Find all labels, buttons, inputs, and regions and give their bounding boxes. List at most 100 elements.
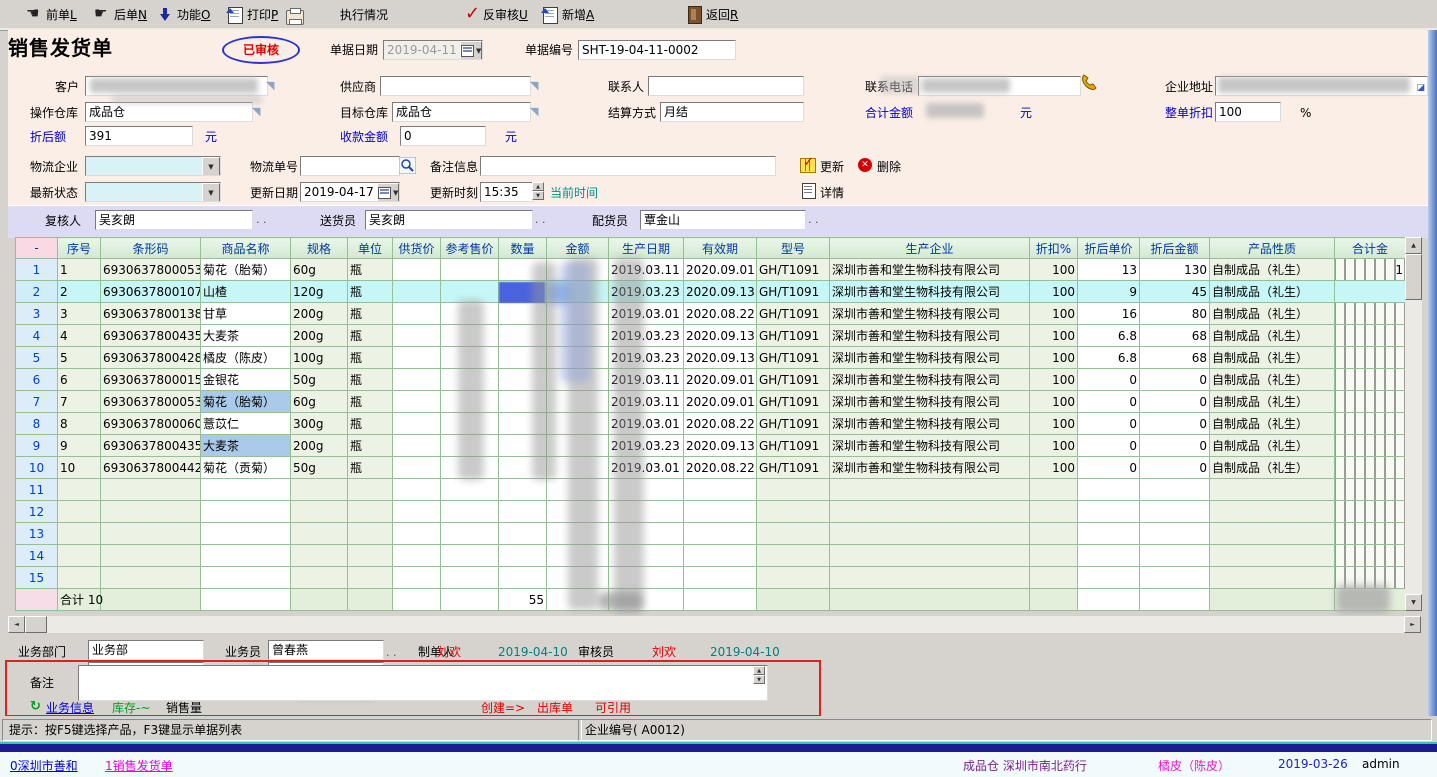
grid-cell-dprice[interactable] <box>1078 523 1140 545</box>
grid-cell-supply[interactable] <box>393 325 441 347</box>
grid-cell-seq[interactable] <box>58 545 101 567</box>
grid-cell-dprice[interactable] <box>1078 479 1140 501</box>
grid-cell-dprice[interactable] <box>1078 567 1140 589</box>
grid-cell-spec[interactable]: 50g <box>291 457 348 479</box>
grid-cell-valid[interactable]: 2020.09.01 <box>684 391 757 413</box>
grid-cell-seq[interactable]: 2 <box>58 281 101 303</box>
grid-cell-mfr[interactable] <box>830 479 1030 501</box>
grid-cell-seq[interactable]: 3 <box>58 303 101 325</box>
grid-cell-spec[interactable] <box>291 589 348 611</box>
grid-cell-spec[interactable] <box>291 567 348 589</box>
grid-cell-model[interactable] <box>757 545 830 567</box>
grid-cell-nature[interactable]: 自制成品（礼生） <box>1210 281 1335 303</box>
grid-cell-qty[interactable] <box>499 391 547 413</box>
print-button[interactable]: 打印P <box>228 4 278 26</box>
grid-cell-seq[interactable] <box>58 523 101 545</box>
doc-no-field[interactable]: SHT-19-04-11-0002 <box>578 40 736 60</box>
grid-cell-mfr[interactable]: 深圳市善和堂生物科技有限公司 <box>830 347 1030 369</box>
grid-cell-supply[interactable] <box>393 457 441 479</box>
calendar-icon[interactable]: ▼ <box>377 183 399 202</box>
grid-cell-mark[interactable]: 3 <box>16 303 58 325</box>
grid-col-unit[interactable]: 单位 <box>348 238 393 259</box>
grid-cell-nature[interactable]: 自制成品（礼生） <box>1210 325 1335 347</box>
grid-col-barcode[interactable]: 条形码 <box>101 238 201 259</box>
grid-cell-model[interactable]: GH/T1091 <box>757 325 830 347</box>
grid-col-seq[interactable]: 序号 <box>58 238 101 259</box>
grid-cell-tail[interactable] <box>1335 391 1406 413</box>
grid-cell-unit[interactable]: 瓶 <box>348 259 393 281</box>
grid-cell-dprice[interactable]: 0 <box>1078 413 1140 435</box>
grid-cell-valid[interactable] <box>684 523 757 545</box>
grid-cell-damt[interactable]: 0 <box>1140 413 1210 435</box>
grid-cell-unit[interactable] <box>348 479 393 501</box>
deliverer-field[interactable]: 吴亥朗 <box>365 210 533 230</box>
grid-cell-spec[interactable]: 100g <box>291 347 348 369</box>
grid-cell-qty[interactable] <box>499 457 547 479</box>
grid-cell-supply[interactable] <box>393 259 441 281</box>
return-button[interactable]: 返回R <box>688 4 738 26</box>
grid-cell-model[interactable]: GH/T1091 <box>757 347 830 369</box>
grid-cell-ref[interactable] <box>441 369 499 391</box>
grid-cell-supply[interactable] <box>393 567 441 589</box>
order-discount-field[interactable]: 100 <box>1215 102 1281 122</box>
remark-textarea[interactable] <box>78 665 768 701</box>
grid-cell-dprice[interactable]: 0 <box>1078 369 1140 391</box>
grid-cell-amount[interactable] <box>547 369 609 391</box>
grid-cell-nature[interactable] <box>1210 523 1335 545</box>
grid-cell-barcode[interactable]: 6930637800053 <box>101 391 201 413</box>
grid-col-damt[interactable]: 折后金额 <box>1140 238 1210 259</box>
grid-col-qty[interactable]: 数量 <box>499 238 547 259</box>
grid-cell-seq[interactable] <box>58 479 101 501</box>
grid-cell-prod[interactable] <box>609 545 684 567</box>
grid-cell-dprice[interactable] <box>1078 545 1140 567</box>
grid-cell-prod[interactable]: 2019.03.11 <box>609 391 684 413</box>
grid-cell-valid[interactable] <box>684 589 757 611</box>
grid-cell-tail[interactable] <box>1335 281 1406 303</box>
grid-cell-tail[interactable] <box>1335 567 1406 589</box>
grid-cell-valid[interactable] <box>684 567 757 589</box>
grid-cell-ref[interactable] <box>441 545 499 567</box>
grid-cell-mfr[interactable]: 深圳市善和堂生物科技有限公司 <box>830 435 1030 457</box>
grid-cell-amount[interactable] <box>547 457 609 479</box>
grid-cell-qty[interactable] <box>499 523 547 545</box>
grid-cell-damt[interactable]: 80 <box>1140 303 1210 325</box>
grid-cell-tail[interactable] <box>1335 523 1406 545</box>
grid-cell-model[interactable]: GH/T1091 <box>757 369 830 391</box>
grid-cell-damt[interactable]: 130 <box>1140 259 1210 281</box>
grid-cell-dprice[interactable] <box>1078 501 1140 523</box>
grid-cell-name[interactable] <box>201 523 291 545</box>
grid-cell-mark[interactable]: 2 <box>16 281 58 303</box>
grid-cell-supply[interactable] <box>393 369 441 391</box>
grid-cell-amount[interactable] <box>547 479 609 501</box>
grid-cell-dprice[interactable]: 6.8 <box>1078 347 1140 369</box>
grid-cell-valid[interactable]: 2020.09.01 <box>684 259 757 281</box>
grid-cell-amount[interactable] <box>547 325 609 347</box>
grid-cell-model[interactable] <box>757 567 830 589</box>
grid-cell-supply[interactable] <box>393 545 441 567</box>
grid-col-model[interactable]: 型号 <box>757 238 830 259</box>
grid-cell-damt[interactable]: 0 <box>1140 457 1210 479</box>
grid-cell-unit[interactable] <box>348 567 393 589</box>
op-warehouse-field[interactable]: 成品仓 <box>85 102 253 122</box>
grid-cell-qty[interactable] <box>499 435 547 457</box>
logistics-update-button[interactable]: 更新 <box>820 159 844 175</box>
grid-cell-valid[interactable]: 2020.08.22 <box>684 413 757 435</box>
grid-cell-seq[interactable] <box>58 567 101 589</box>
grid-cell-model[interactable]: GH/T1091 <box>757 303 830 325</box>
grid-cell-spec[interactable]: 50g <box>291 369 348 391</box>
grid-col-name[interactable]: 商品名称 <box>201 238 291 259</box>
grid-cell-mfr[interactable] <box>830 545 1030 567</box>
grid-cell-disc[interactable]: 100 <box>1030 347 1078 369</box>
grid-col-mark[interactable]: - <box>16 238 58 259</box>
grid-cell-tail[interactable] <box>1335 369 1406 391</box>
grid-cell-disc[interactable]: 100 <box>1030 259 1078 281</box>
grid-cell-damt[interactable]: 0 <box>1140 435 1210 457</box>
grid-cell-amount[interactable] <box>547 545 609 567</box>
customer-field[interactable] <box>85 76 268 96</box>
grid-cell-barcode[interactable] <box>101 479 201 501</box>
grid-cell-seq[interactable]: 8 <box>58 413 101 435</box>
grid-cell-name[interactable] <box>201 501 291 523</box>
grid-cell-tail[interactable] <box>1335 501 1406 523</box>
grid-cell-name[interactable]: 大麦茶 <box>201 325 291 347</box>
grid-cell-unit[interactable]: 瓶 <box>348 303 393 325</box>
